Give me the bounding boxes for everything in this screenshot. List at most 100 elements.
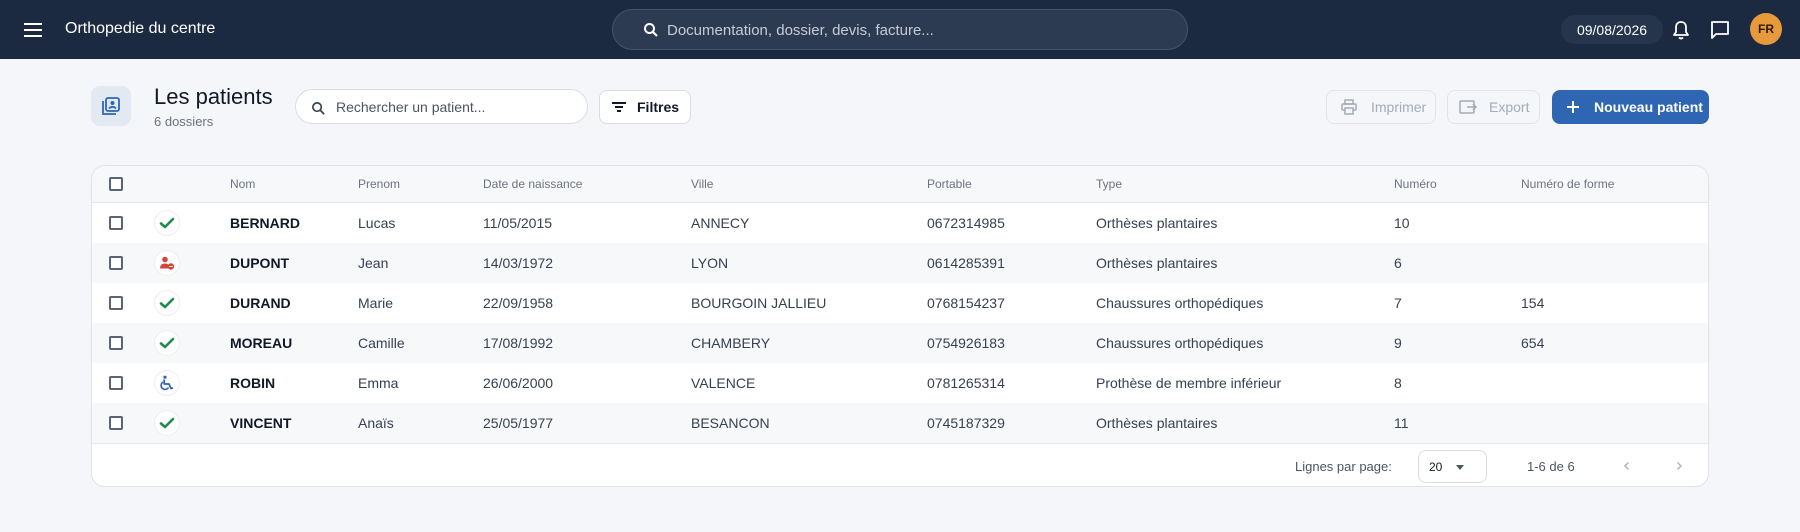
cell-nom: BERNARD	[230, 215, 300, 231]
patients-folder-icon	[91, 86, 131, 126]
cell-date-naissance: 14/03/1972	[483, 255, 554, 271]
cell-type: Prothèse de membre inférieur	[1096, 375, 1282, 391]
person-alert-icon	[154, 250, 180, 276]
check-icon	[154, 210, 180, 236]
cell-ville: CHAMBERY	[691, 335, 771, 351]
new-patient-label: Nouveau patient	[1594, 99, 1703, 115]
cell-numero: 7	[1394, 295, 1402, 311]
column-header-ville[interactable]: Ville	[691, 177, 713, 191]
cell-ville: VALENCE	[691, 375, 756, 391]
global-search-bar[interactable]	[612, 9, 1188, 50]
page-title: Les patients	[154, 84, 273, 109]
rows-per-page-select[interactable]: 20	[1418, 450, 1487, 483]
previous-page-icon[interactable]	[1617, 456, 1637, 476]
patient-search-bar[interactable]	[295, 89, 588, 124]
cell-type: Orthèses plantaires	[1096, 415, 1218, 431]
column-header-portable[interactable]: Portable	[927, 177, 972, 191]
global-search-input[interactable]	[667, 18, 1167, 42]
user-avatar[interactable]: FR	[1750, 13, 1782, 45]
cell-portable: 0754926183	[927, 335, 1005, 351]
column-header-prenom[interactable]: Prenom	[358, 177, 400, 191]
messages-icon[interactable]	[1709, 19, 1731, 41]
table-row[interactable]: VINCENT Anaïs 25/05/1977 BESANCON 074518…	[92, 403, 1708, 443]
filter-icon	[612, 102, 626, 112]
cell-type: Chaussures orthopédiques	[1096, 295, 1264, 311]
cell-ville: ANNECY	[691, 215, 750, 231]
app-title: Orthopedie du centre	[65, 20, 216, 37]
cell-numero-forme: 654	[1521, 335, 1545, 351]
column-header-numero-forme[interactable]: Numéro de forme	[1521, 177, 1614, 191]
row-checkbox[interactable]	[109, 256, 123, 270]
cell-prenom: Camille	[358, 335, 405, 351]
table-row[interactable]: DUPONT Jean 14/03/1972 LYON 0614285391 O…	[92, 243, 1708, 283]
new-patient-button[interactable]: Nouveau patient	[1552, 90, 1709, 124]
cell-date-naissance: 17/08/1992	[483, 335, 554, 351]
column-header-date-naissance[interactable]: Date de naissance	[483, 177, 582, 191]
current-date: 09/08/2026	[1561, 15, 1663, 44]
check-icon	[154, 330, 180, 356]
cell-nom: VINCENT	[230, 415, 292, 431]
row-checkbox[interactable]	[109, 216, 123, 230]
row-checkbox[interactable]	[109, 416, 123, 430]
cell-portable: 0745187329	[927, 415, 1005, 431]
table-row[interactable]: DURAND Marie 22/09/1958 BOURGOIN JALLIEU…	[92, 283, 1708, 323]
cell-numero: 11	[1394, 415, 1409, 431]
patients-table: Nom Prenom Date de naissance Ville Porta…	[91, 165, 1709, 487]
cell-prenom: Marie	[358, 295, 394, 311]
export-label: Export	[1489, 99, 1530, 115]
cell-numero-forme: 154	[1521, 295, 1545, 311]
table-header: Nom Prenom Date de naissance Ville Porta…	[92, 166, 1708, 203]
column-header-type[interactable]: Type	[1096, 177, 1122, 191]
cell-nom: ROBIN	[230, 375, 276, 391]
cell-nom: DURAND	[230, 295, 291, 311]
cell-date-naissance: 26/06/2000	[483, 375, 554, 391]
chevron-down-icon	[1456, 465, 1464, 470]
filters-button[interactable]: Filtres	[599, 90, 691, 124]
cell-date-naissance: 25/05/1977	[483, 415, 554, 431]
table-row[interactable]: ROBIN Emma 26/06/2000 VALENCE 0781265314…	[92, 363, 1708, 403]
row-checkbox[interactable]	[109, 336, 123, 350]
next-page-icon[interactable]	[1669, 456, 1689, 476]
plus-icon	[1567, 101, 1579, 113]
table-row[interactable]: MOREAU Camille 17/08/1992 CHAMBERY 07549…	[92, 323, 1708, 363]
cell-ville: BOURGOIN JALLIEU	[691, 295, 827, 311]
cell-portable: 0672314985	[927, 215, 1005, 231]
cell-type: Orthèses plantaires	[1096, 215, 1218, 231]
cell-portable: 0781265314	[927, 375, 1005, 391]
column-header-nom[interactable]: Nom	[230, 177, 255, 191]
rows-per-page-value: 20	[1429, 459, 1443, 474]
cell-portable: 0768154237	[927, 295, 1005, 311]
check-icon	[154, 410, 180, 436]
menu-icon[interactable]	[20, 17, 46, 43]
pagination-range: 1-6 de 6	[1527, 459, 1575, 474]
table-row[interactable]: BERNARD Lucas 11/05/2015 ANNECY 06723149…	[92, 203, 1708, 243]
top-app-bar: Orthopedie du centre 09/08/2026 FR	[0, 0, 1800, 59]
cell-nom: MOREAU	[230, 335, 293, 351]
cell-ville: BESANCON	[691, 415, 770, 431]
cell-type: Orthèses plantaires	[1096, 255, 1218, 271]
cell-prenom: Lucas	[358, 215, 396, 231]
column-header-numero[interactable]: Numéro	[1394, 177, 1437, 191]
select-all-checkbox[interactable]	[109, 177, 123, 191]
cell-prenom: Emma	[358, 375, 399, 391]
rows-per-page-label: Lignes par page:	[1295, 459, 1392, 474]
export-icon	[1459, 100, 1477, 114]
print-button[interactable]: Imprimer	[1326, 90, 1436, 124]
cell-date-naissance: 11/05/2015	[483, 215, 553, 231]
cell-ville: LYON	[691, 255, 729, 271]
table-pagination: Lignes par page: 20 1-6 de 6	[92, 443, 1708, 486]
cell-numero: 9	[1394, 335, 1402, 351]
cell-date-naissance: 22/09/1958	[483, 295, 554, 311]
cell-prenom: Jean	[358, 255, 389, 271]
export-button[interactable]: Export	[1447, 90, 1540, 124]
print-label: Imprimer	[1371, 99, 1427, 115]
cell-portable: 0614285391	[927, 255, 1005, 271]
record-count: 6 dossiers	[154, 114, 214, 129]
row-checkbox[interactable]	[109, 376, 123, 390]
wheelchair-icon	[154, 370, 180, 396]
row-checkbox[interactable]	[109, 296, 123, 310]
printer-icon	[1341, 99, 1357, 115]
check-icon	[154, 290, 180, 316]
patient-search-input[interactable]	[336, 97, 576, 117]
notifications-bell-icon[interactable]	[1670, 19, 1692, 41]
